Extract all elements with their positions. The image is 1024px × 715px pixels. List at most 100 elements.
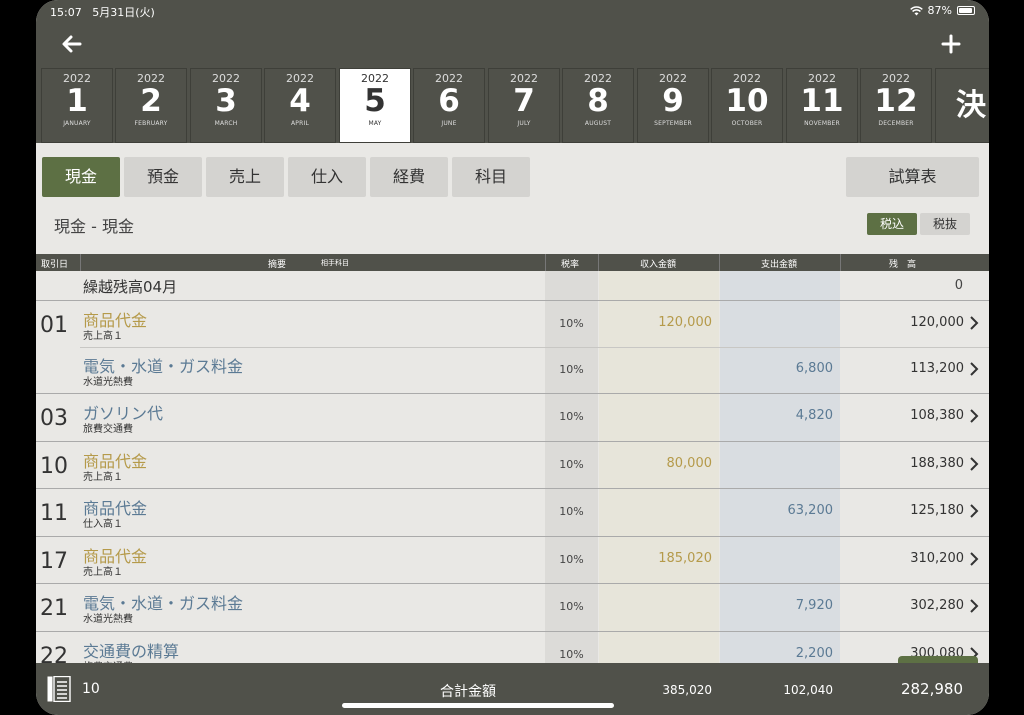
tax-excluded-button[interactable]: 税抜 — [920, 213, 970, 235]
app-window: 15:07 5月31日(火) 87% 2022 1 JANUARY 2022 2 FEBR… — [36, 0, 989, 715]
row-balance: 302,280 — [910, 598, 964, 613]
chevron-right-icon[interactable] — [969, 362, 979, 376]
table-header: 取引日 摘要 相手科目 税率 収入金額 支出金額 残 高 — [36, 254, 989, 271]
ledger-list-icon[interactable] — [47, 676, 71, 702]
row-expense: 4,820 — [795, 408, 833, 423]
table-row[interactable]: 22交通費の精算旅費交通費10%2,200300,080 — [36, 631, 989, 663]
month-may[interactable]: 2022 5 MAY — [340, 69, 410, 142]
month-number: 3 — [215, 83, 237, 119]
total-balance: 282,980 — [900, 680, 963, 698]
month-june[interactable]: 2022 6 JUNE — [414, 69, 484, 142]
month-number: 6 — [438, 83, 460, 119]
chevron-right-icon[interactable] — [969, 504, 979, 518]
month-november[interactable]: 2022 11 NOVEMBER — [787, 69, 857, 142]
row-income: 120,000 — [658, 315, 712, 330]
battery-percent: 87% — [927, 4, 952, 17]
row-tax-rate: 10% — [559, 410, 584, 423]
month-name: NOVEMBER — [804, 120, 840, 127]
trial-balance-button[interactable]: 試算表 — [846, 157, 979, 197]
chevron-right-icon[interactable] — [969, 552, 979, 566]
header-rate: 税率 — [561, 260, 580, 270]
wifi-icon — [909, 5, 923, 15]
month-august[interactable]: 2022 8 AUGUST — [563, 69, 633, 142]
tab-4[interactable]: 経費 — [370, 157, 448, 197]
row-balance: 120,000 — [910, 315, 964, 330]
month-july[interactable]: 2022 7 JULY — [489, 69, 559, 142]
add-icon[interactable] — [939, 32, 963, 56]
month-number: 5 — [364, 83, 386, 119]
header-date: 取引日 — [41, 260, 69, 270]
row-day: 21 — [40, 596, 68, 621]
row-balance: 108,380 — [910, 408, 964, 423]
table-row[interactable]: 11 商品代金 仕入高１ 10% 63,200 125,180 — [36, 488, 989, 536]
status-date: 5月31日(火) — [92, 6, 155, 19]
chevron-right-icon[interactable] — [969, 599, 979, 613]
month-september[interactable]: 2022 9 SEPTEMBER — [638, 69, 708, 142]
tab-1[interactable]: 預金 — [124, 157, 202, 197]
carry-forward-balance: 0 — [954, 278, 963, 293]
month-name: JUNE — [441, 120, 457, 127]
tab-5[interactable]: 科目 — [452, 157, 530, 197]
row-counterpart: 売上高１ — [83, 331, 123, 342]
month-number: 2 — [140, 83, 162, 119]
transaction-table: 繰越残高04月 0 01 商品代金 売上高１ 10% 120,000 120,000 電気・… — [36, 271, 989, 663]
month-number: 1 — [66, 83, 88, 119]
month-march[interactable]: 2022 3 MARCH — [191, 69, 261, 142]
month-october[interactable]: 2022 10 OCTOBER — [712, 69, 782, 142]
month-number: 4 — [289, 83, 311, 119]
row-balance: 310,200 — [910, 551, 964, 566]
month-name: JULY — [517, 120, 531, 127]
row-counterpart: 水道光熱費 — [83, 614, 133, 625]
tab-3[interactable]: 仕入 — [288, 157, 366, 197]
row-expense: 2,200 — [795, 646, 833, 661]
row-expense: 63,200 — [787, 503, 834, 518]
month-name: MAY — [368, 120, 382, 127]
table-row[interactable]: 電気・水道・ガス料金 水道光熱費 10% 6,800 113,200 — [36, 347, 989, 394]
row-day: 11 — [40, 501, 68, 526]
row-counterpart: 水道光熱費 — [83, 377, 133, 388]
tax-included-button[interactable]: 税込 — [867, 213, 917, 235]
month-april[interactable]: 2022 4 APRIL — [265, 69, 335, 142]
settlement-label: 決 — [956, 88, 986, 123]
row-expense: 6,800 — [795, 361, 833, 376]
table-row[interactable]: 10 商品代金 売上高１ 10% 80,000 188,380 — [36, 441, 989, 489]
tab-2[interactable]: 売上 — [206, 157, 284, 197]
row-day: 17 — [40, 549, 68, 574]
table-row[interactable]: 21 電気・水道・ガス料金 水道光熱費 10% 7,920 302,280 — [36, 583, 989, 631]
month-selector: 2022 1 JANUARY 2022 2 FEBRUARY 2022 3 MARCH 2022 4… — [36, 68, 989, 143]
month-february[interactable]: 2022 2 FEBRUARY — [116, 69, 186, 142]
row-tax-rate: 10% — [559, 458, 584, 471]
table-row[interactable]: 03 ガソリン代 旅費交通費 10% 4,820 108,380 — [36, 393, 989, 441]
month-name: FEBRUARY — [134, 120, 168, 127]
header-expense: 支出金額 — [761, 260, 798, 270]
total-income: 385,020 — [662, 683, 712, 697]
chevron-right-icon[interactable] — [969, 409, 979, 423]
header-balance: 残 高 — [889, 260, 917, 270]
row-counterpart: 売上高１ — [83, 472, 123, 483]
total-expense: 102,040 — [783, 683, 833, 697]
month-number: 10 — [725, 83, 769, 119]
tab-0[interactable]: 現金 — [42, 157, 120, 197]
header-counterpart: 相手科目 — [321, 259, 349, 267]
row-day: 10 — [40, 454, 68, 479]
table-row[interactable]: 17 商品代金 売上高１ 10% 185,020 310,200 — [36, 536, 989, 584]
back-arrow-icon[interactable] — [60, 32, 84, 56]
month-settlement[interactable]: 決 — [936, 69, 989, 142]
chevron-right-icon[interactable] — [969, 316, 979, 330]
row-tax-rate: 10% — [559, 363, 584, 376]
account-title: 現金 - 現金 — [54, 217, 134, 236]
row-income: 80,000 — [666, 456, 713, 471]
month-name: SEPTEMBER — [654, 120, 692, 127]
row-tax-rate: 10% — [559, 553, 584, 566]
month-december[interactable]: 2022 12 DECEMBER — [861, 69, 931, 142]
home-indicator[interactable] — [342, 703, 614, 708]
month-january[interactable]: 2022 1 JANUARY — [42, 69, 112, 142]
month-name: JANUARY — [63, 120, 91, 127]
battery-icon — [957, 6, 975, 15]
row-balance: 188,380 — [910, 456, 964, 471]
month-name: APRIL — [290, 120, 309, 127]
carry-forward-row: 繰越残高04月 0 — [36, 271, 989, 301]
chevron-right-icon[interactable] — [969, 457, 979, 471]
table-row[interactable]: 01 商品代金 売上高１ 10% 120,000 120,000 — [36, 300, 989, 348]
header-income: 収入金額 — [640, 260, 677, 270]
